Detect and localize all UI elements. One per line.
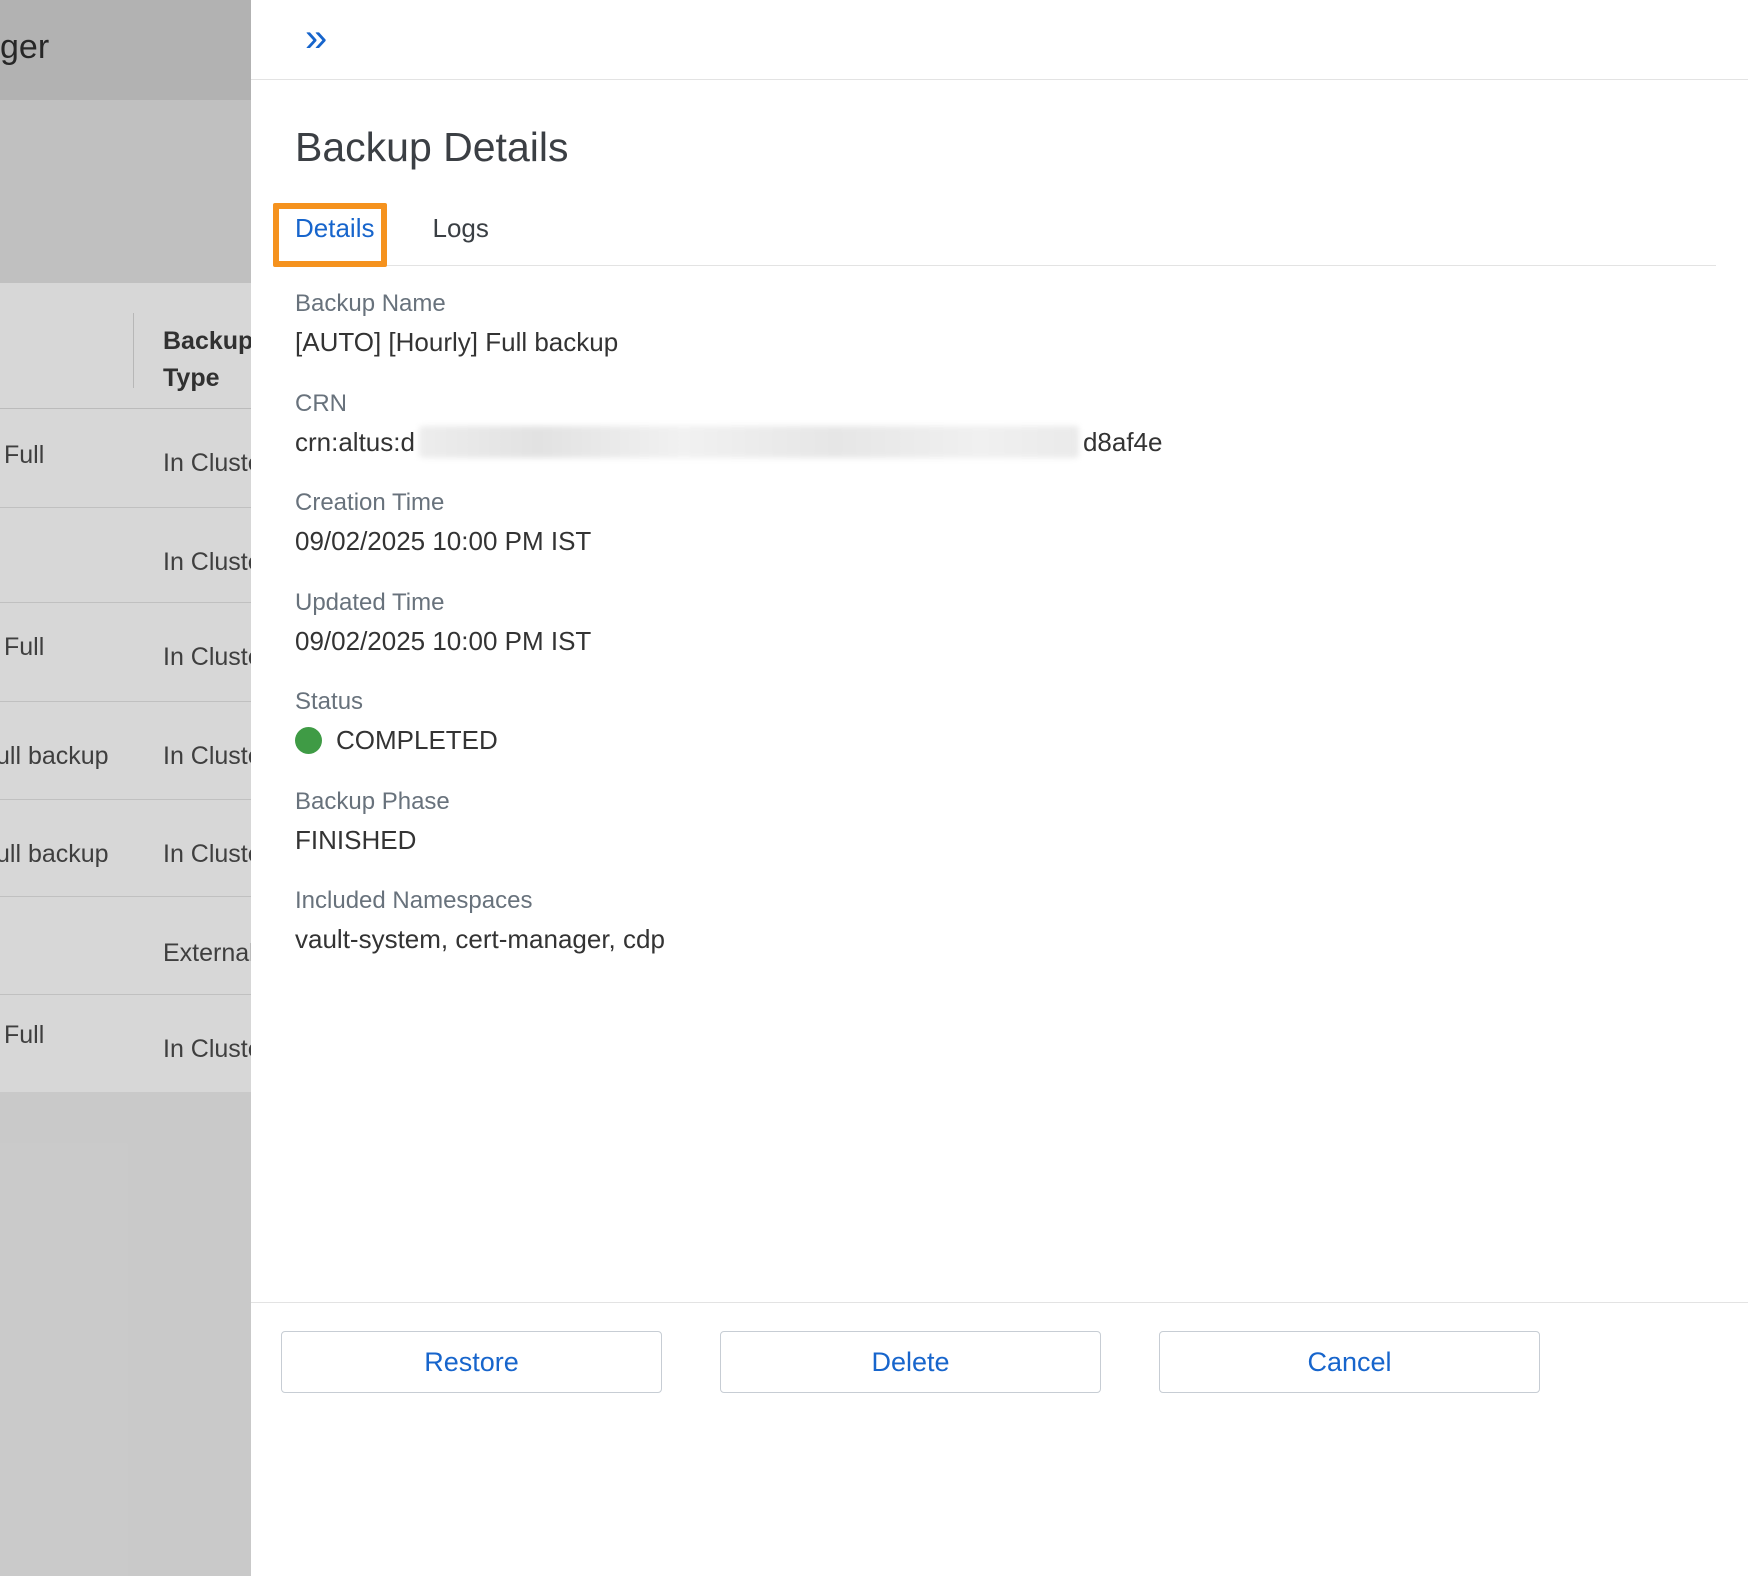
crn-suffix: d8af4e xyxy=(1083,426,1163,459)
field-backup-name: Backup Name [AUTO] [Hourly] Full backup xyxy=(295,290,1688,359)
status-text: COMPLETED xyxy=(336,724,498,757)
field-value: COMPLETED xyxy=(295,724,1688,757)
tab-details[interactable]: Details xyxy=(295,213,374,265)
field-label: Included Namespaces xyxy=(295,887,1688,915)
field-value: crn:altus:d d8af4e xyxy=(295,426,1688,459)
field-updated-time: Updated Time 09/02/2025 10:00 PM IST xyxy=(295,589,1688,658)
field-value: [AUTO] [Hourly] Full backup xyxy=(295,326,1688,359)
field-label: Status xyxy=(295,688,1688,716)
field-label: Creation Time xyxy=(295,489,1688,517)
field-value: 09/02/2025 10:00 PM IST xyxy=(295,525,1688,558)
tab-logs[interactable]: Logs xyxy=(432,213,488,265)
field-label: CRN xyxy=(295,390,1688,418)
details-fields: Backup Name [AUTO] [Hourly] Full backup … xyxy=(295,290,1688,987)
status-completed-icon xyxy=(295,727,322,754)
field-crn: CRN crn:altus:d d8af4e xyxy=(295,390,1688,459)
delete-button[interactable]: Delete xyxy=(720,1331,1101,1393)
field-value: 09/02/2025 10:00 PM IST xyxy=(295,625,1688,658)
field-backup-phase: Backup Phase FINISHED xyxy=(295,788,1688,857)
field-label: Backup Name xyxy=(295,290,1688,318)
drawer-footer: Restore Delete Cancel xyxy=(251,1302,1748,1576)
crn-redacted-blur xyxy=(419,426,1079,458)
field-included-namespaces: Included Namespaces vault-system, cert-m… xyxy=(295,887,1688,956)
field-value: vault-system, cert-manager, cdp xyxy=(295,923,1688,956)
drawer-title: Backup Details xyxy=(295,124,568,171)
restore-button[interactable]: Restore xyxy=(281,1331,662,1393)
crn-prefix: crn:altus:d xyxy=(295,426,415,459)
field-label: Backup Phase xyxy=(295,788,1688,816)
field-creation-time: Creation Time 09/02/2025 10:00 PM IST xyxy=(295,489,1688,558)
field-status: Status COMPLETED xyxy=(295,688,1688,757)
field-value: FINISHED xyxy=(295,824,1688,857)
drawer-tabs: Details Logs xyxy=(295,205,1716,266)
collapse-drawer-icon[interactable]: » xyxy=(305,14,327,62)
backup-details-drawer: » Backup Details Details Logs Backup Nam… xyxy=(251,0,1748,1576)
field-label: Updated Time xyxy=(295,589,1688,617)
cancel-button[interactable]: Cancel xyxy=(1159,1331,1540,1393)
drawer-header: » xyxy=(251,0,1748,80)
